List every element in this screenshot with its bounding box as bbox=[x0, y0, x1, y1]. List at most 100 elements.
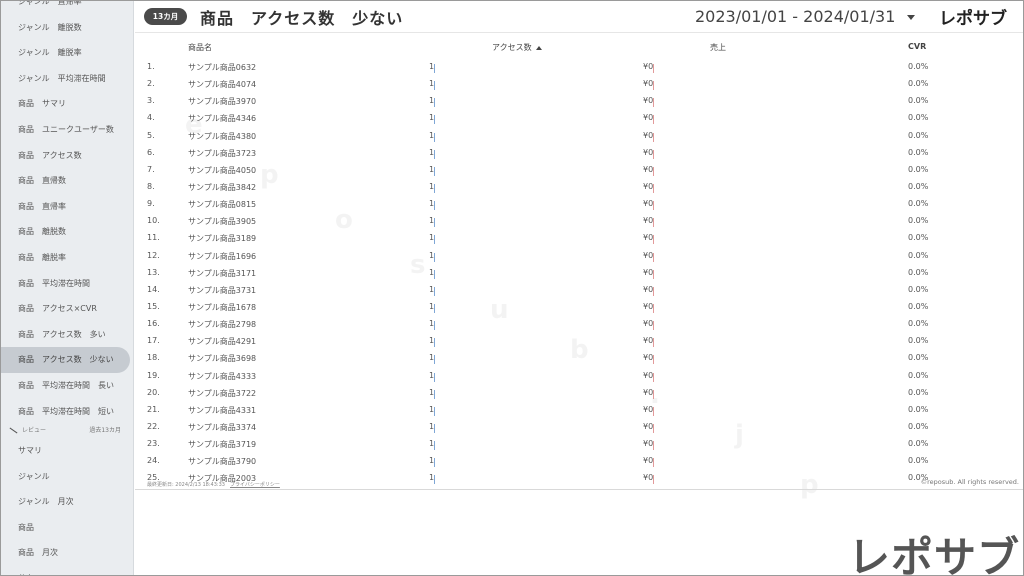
sidebar-item[interactable]: 商品 アクセス数 少ない bbox=[1, 347, 130, 373]
sidebar-section-header[interactable]: レビュー 過去13カ月 bbox=[1, 424, 133, 438]
product-name: サンプル商品4291 bbox=[188, 337, 257, 347]
column-header-cvr[interactable]: CVR bbox=[908, 42, 926, 51]
table-row[interactable]: 9. サンプル商品0815 1 ¥0 0.0% bbox=[135, 196, 1023, 213]
table-row[interactable]: 19. サンプル商品4333 1 ¥0 0.0% bbox=[135, 368, 1023, 385]
sidebar-item[interactable]: ジャンル bbox=[1, 464, 133, 490]
sales-bar bbox=[653, 441, 654, 451]
access-bar bbox=[434, 115, 435, 125]
sales-value: ¥0 bbox=[643, 439, 654, 449]
page-title: 商品 アクセス数 少ない bbox=[200, 9, 404, 28]
table-row[interactable]: 15. サンプル商品1678 1 ¥0 0.0% bbox=[135, 299, 1023, 316]
sales-value: ¥0 bbox=[643, 199, 654, 209]
sales-bar bbox=[653, 115, 654, 125]
table-row[interactable]: 10. サンプル商品3905 1 ¥0 0.0% bbox=[135, 213, 1023, 230]
sales-bar bbox=[653, 286, 654, 296]
table-row[interactable]: 5. サンプル商品4380 1 ¥0 0.0% bbox=[135, 128, 1023, 145]
sidebar-item[interactable]: 商品 直帰率 bbox=[1, 194, 133, 220]
table-row[interactable]: 17. サンプル商品4291 1 ¥0 0.0% bbox=[135, 333, 1023, 350]
access-bar bbox=[434, 441, 435, 451]
sales-bar bbox=[653, 458, 654, 468]
sales-bar bbox=[653, 269, 654, 279]
cvr-value: 0.0% bbox=[908, 181, 929, 191]
sidebar: ジャンル 直帰率 ジャンル 離脱数 ジャンル 離脱率 ジャンル 平均滞在時間 商品 サマ… bbox=[1, 1, 134, 575]
table-row[interactable]: 22. サンプル商品3374 1 ¥0 0.0% bbox=[135, 419, 1023, 436]
cvr-value: 0.0% bbox=[908, 387, 929, 397]
access-bar bbox=[434, 235, 435, 245]
column-header-access-label: アクセス数 bbox=[492, 43, 532, 52]
date-range-selector[interactable]: 2023/01/01 - 2024/01/31 bbox=[695, 7, 895, 26]
table-row[interactable]: 21. サンプル商品4331 1 ¥0 0.0% bbox=[135, 402, 1023, 419]
product-name: サンプル商品3722 bbox=[188, 388, 257, 398]
row-index: 22. bbox=[147, 421, 160, 431]
sidebar-item[interactable]: 商品 サマリ bbox=[1, 91, 133, 117]
product-name: サンプル商品0815 bbox=[188, 200, 257, 210]
column-header-sales[interactable]: 売上 bbox=[710, 42, 726, 53]
access-bar bbox=[434, 81, 435, 91]
table-row[interactable]: 11. サンプル商品3189 1 ¥0 0.0% bbox=[135, 230, 1023, 247]
row-index: 13. bbox=[147, 267, 160, 277]
table-header: 商品名 アクセス数 売上 CVR bbox=[135, 42, 1023, 56]
sidebar-item[interactable]: ジャンル 直帰率 bbox=[1, 1, 133, 15]
row-index: 20. bbox=[147, 387, 160, 397]
table-row[interactable]: 6. サンプル商品3723 1 ¥0 0.0% bbox=[135, 145, 1023, 162]
data-table: 商品名 アクセス数 売上 CVR 1. サンプル商品0632 1 ¥0 0.0% 2. サン… bbox=[135, 34, 1023, 489]
sidebar-item[interactable]: 商品 アクセス数 多い bbox=[1, 322, 133, 348]
sidebar-item[interactable]: ジャンル 離脱率 bbox=[1, 40, 133, 66]
table-row[interactable]: 18. サンプル商品3698 1 ¥0 0.0% bbox=[135, 350, 1023, 367]
table-row[interactable]: 23. サンプル商品3719 1 ¥0 0.0% bbox=[135, 436, 1023, 453]
sidebar-item[interactable]: 商品 アクセス数 bbox=[1, 143, 133, 169]
table-row[interactable]: 12. サンプル商品1696 1 ¥0 0.0% bbox=[135, 248, 1023, 265]
cvr-value: 0.0% bbox=[908, 233, 929, 243]
sales-bar bbox=[653, 321, 654, 331]
brand-logo-large: レポサブ bbox=[848, 533, 1021, 576]
table-row[interactable]: 14. サンプル商品3731 1 ¥0 0.0% bbox=[135, 282, 1023, 299]
table-row[interactable]: 8. サンプル商品3842 1 ¥0 0.0% bbox=[135, 179, 1023, 196]
cvr-value: 0.0% bbox=[908, 456, 929, 466]
sidebar-section-period: 過去13カ月 bbox=[89, 427, 121, 435]
table-row[interactable]: 2. サンプル商品4074 1 ¥0 0.0% bbox=[135, 76, 1023, 93]
product-name: サンプル商品4050 bbox=[188, 165, 257, 175]
sidebar-item[interactable]: サマリ bbox=[1, 438, 133, 464]
sidebar-item[interactable]: 商品 離脱率 bbox=[1, 245, 133, 271]
table-row[interactable]: 24. サンプル商品3790 1 ¥0 0.0% bbox=[135, 453, 1023, 470]
product-name: サンプル商品3842 bbox=[188, 182, 257, 192]
privacy-policy-link[interactable]: プライバシーポリシー bbox=[230, 481, 280, 488]
sidebar-item[interactable]: 商品 bbox=[1, 515, 133, 541]
row-index: 15. bbox=[147, 301, 160, 311]
table-row[interactable]: 16. サンプル商品2798 1 ¥0 0.0% bbox=[135, 316, 1023, 333]
sales-bar bbox=[653, 149, 654, 159]
cvr-value: 0.0% bbox=[908, 216, 929, 226]
product-name: サンプル商品3790 bbox=[188, 457, 257, 467]
sales-bar bbox=[653, 406, 654, 416]
sidebar-item[interactable]: 商品 平均滞在時間 bbox=[1, 271, 133, 297]
sidebar-item[interactable]: ジャンル 平均滞在時間 bbox=[1, 66, 133, 92]
sidebar-item[interactable]: 商品 アクセス×CVR bbox=[1, 296, 133, 322]
access-bar bbox=[434, 183, 435, 193]
table-row[interactable]: 7. サンプル商品4050 1 ¥0 0.0% bbox=[135, 162, 1023, 179]
table-row[interactable]: 3. サンプル商品3970 1 ¥0 0.0% bbox=[135, 93, 1023, 110]
sidebar-item[interactable]: ジャンル 月次 bbox=[1, 489, 133, 515]
period-pill[interactable]: 13カ月 bbox=[144, 8, 187, 25]
column-header-name[interactable]: 商品名 bbox=[188, 42, 212, 53]
row-index: 7. bbox=[147, 164, 155, 174]
row-index: 19. bbox=[147, 370, 160, 380]
cvr-value: 0.0% bbox=[908, 284, 929, 294]
sales-value: ¥0 bbox=[643, 387, 654, 397]
table-row[interactable]: 1. サンプル商品0632 1 ¥0 0.0% bbox=[135, 59, 1023, 76]
sidebar-item[interactable]: 商品 ユニークユーザー数 bbox=[1, 117, 133, 143]
sidebar-item[interactable]: 商品 離脱数 bbox=[1, 219, 133, 245]
table-row[interactable]: 4. サンプル商品4346 1 ¥0 0.0% bbox=[135, 110, 1023, 127]
column-header-access[interactable]: アクセス数 bbox=[492, 42, 542, 53]
table-row[interactable]: 13. サンプル商品3171 1 ¥0 0.0% bbox=[135, 265, 1023, 282]
access-bar bbox=[434, 201, 435, 211]
sales-value: ¥0 bbox=[643, 62, 654, 71]
sidebar-item[interactable]: 商品 平均滞在時間 短い bbox=[1, 399, 133, 425]
chevron-down-icon[interactable] bbox=[907, 15, 915, 20]
table-row[interactable]: 20. サンプル商品3722 1 ¥0 0.0% bbox=[135, 385, 1023, 402]
row-index: 14. bbox=[147, 284, 160, 294]
sidebar-item[interactable]: 商品 月次 bbox=[1, 540, 133, 566]
sidebar-item[interactable]: 商品 平均滞在時間 長い bbox=[1, 373, 133, 399]
sidebar-item[interactable]: 分布 bbox=[1, 566, 133, 575]
sidebar-item[interactable]: ジャンル 離脱数 bbox=[1, 15, 133, 41]
sidebar-item[interactable]: 商品 直帰数 bbox=[1, 168, 133, 194]
